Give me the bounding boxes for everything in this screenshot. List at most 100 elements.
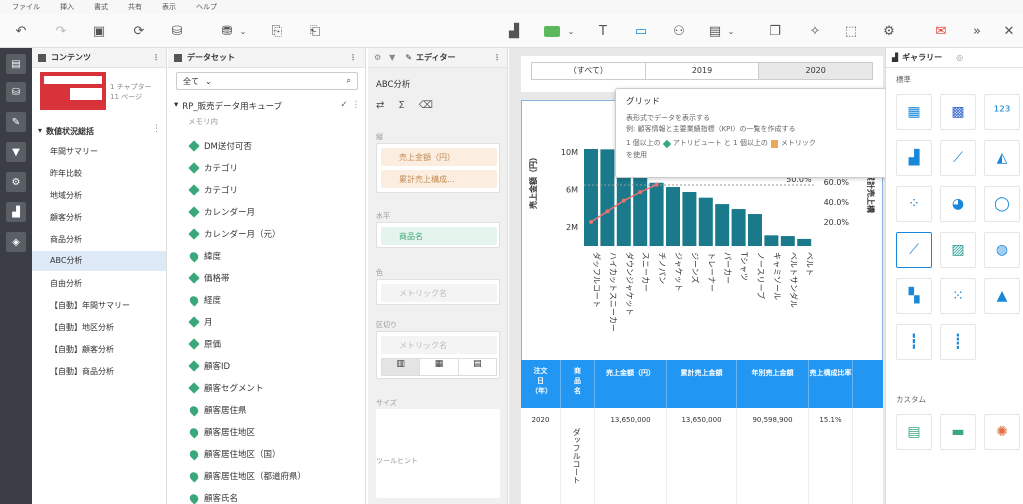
field-item[interactable]: 月 bbox=[188, 316, 213, 328]
search-icon[interactable]: ⌕ bbox=[347, 76, 351, 86]
comment-icon[interactable]: ✉ bbox=[932, 22, 950, 40]
check-icon[interactable]: ✓ bbox=[340, 100, 347, 112]
tooltip-dropzone[interactable] bbox=[376, 468, 500, 498]
field-item[interactable]: 価格帯 bbox=[188, 272, 230, 284]
insert-chart-icon[interactable]: ▟ bbox=[505, 22, 523, 40]
column-header[interactable]: 売上構成比率 bbox=[809, 360, 853, 408]
filter-icon[interactable]: ▼ bbox=[6, 142, 26, 162]
slice-dropzone[interactable]: メトリック名 ▥ ▦ ▤ bbox=[376, 331, 500, 379]
bar[interactable] bbox=[748, 214, 762, 246]
line-point[interactable] bbox=[589, 219, 593, 224]
field-item[interactable]: カテゴリ bbox=[188, 184, 238, 196]
image-icon[interactable]: ▭ bbox=[632, 22, 650, 40]
editor-icon[interactable]: ✎ bbox=[6, 112, 26, 132]
gallery-tab[interactable]: ギャラリー bbox=[902, 52, 942, 63]
dataset-icon[interactable]: ⛁ bbox=[6, 82, 26, 102]
column-header[interactable]: 注文日（年） bbox=[521, 360, 561, 408]
field-item[interactable]: DM送付可否 bbox=[188, 140, 252, 152]
swap-icon[interactable]: ⇄ bbox=[376, 100, 384, 111]
editor-tab[interactable]: エディター bbox=[416, 52, 455, 63]
column-header[interactable]: 累計売上金額 bbox=[667, 360, 737, 408]
field-item[interactable]: 原価 bbox=[188, 338, 221, 350]
vertical-dropzone[interactable]: 売上金額（円） 累計売上構成... bbox=[376, 143, 500, 193]
field-item[interactable]: カテゴリ bbox=[188, 162, 238, 174]
bar[interactable] bbox=[682, 191, 697, 246]
menu-share[interactable]: 共有 bbox=[128, 2, 142, 12]
menu-view[interactable]: 表示 bbox=[162, 2, 176, 12]
box-plot-icon[interactable]: ┇ bbox=[896, 324, 932, 360]
horizontal-dropzone[interactable]: 商品名 bbox=[376, 222, 500, 248]
contents-icon[interactable]: ▤ bbox=[6, 54, 26, 74]
expand-icon[interactable]: » bbox=[968, 22, 986, 40]
year-option-2019[interactable]: 2019 bbox=[644, 63, 759, 79]
network-icon[interactable]: ⁙ bbox=[940, 278, 976, 314]
menu-help[interactable]: ヘルプ bbox=[196, 2, 217, 12]
menu-insert[interactable]: 挿入 bbox=[60, 2, 74, 12]
page-item[interactable]: 【自動】年間サマリー bbox=[50, 300, 130, 311]
duplicate-page-icon[interactable]: ⎗ bbox=[306, 22, 324, 40]
chevron-down-icon[interactable]: ⌄ bbox=[722, 22, 740, 40]
field-item[interactable]: 顧客ID bbox=[188, 360, 230, 372]
more-icon[interactable]: ⋮ bbox=[152, 53, 160, 62]
bar[interactable] bbox=[584, 149, 598, 246]
close-icon[interactable]: ✕ bbox=[1000, 22, 1018, 40]
bar[interactable] bbox=[649, 182, 664, 246]
settings-icon[interactable]: ⚙ bbox=[880, 22, 898, 40]
page-item[interactable]: 地域分析 bbox=[50, 190, 82, 201]
bar[interactable] bbox=[633, 171, 648, 246]
line-point[interactable] bbox=[638, 190, 643, 195]
pie-chart-icon[interactable]: ◕ bbox=[940, 186, 976, 222]
custom-viz-1-icon[interactable]: ▤ bbox=[896, 414, 932, 450]
filter-icon[interactable] bbox=[544, 26, 560, 37]
chapter-item[interactable]: ▾ 数値状況総括 bbox=[38, 126, 94, 137]
bar[interactable] bbox=[600, 149, 615, 246]
text-icon[interactable]: T bbox=[594, 22, 612, 40]
format-icon[interactable]: ⚙ bbox=[6, 172, 26, 192]
bar[interactable] bbox=[797, 238, 812, 246]
geo-map-icon[interactable]: ◍ bbox=[984, 232, 1020, 268]
page-item[interactable]: 自由分析 bbox=[50, 278, 82, 289]
page-item[interactable]: 商品分析 bbox=[50, 234, 82, 245]
bar-chart-icon[interactable]: ▟ bbox=[896, 140, 932, 176]
gantt-icon[interactable]: ▬ bbox=[940, 414, 976, 450]
stacked-bar-icon[interactable]: ▥ bbox=[382, 359, 420, 375]
sigma-icon[interactable]: Σ bbox=[398, 100, 404, 111]
page-item[interactable]: ABC分析 bbox=[32, 251, 166, 271]
cube-item[interactable]: ▾ RP_販売データ用キューブ ✓ ⋮ bbox=[174, 100, 360, 112]
layers-icon[interactable]: ◎ bbox=[956, 53, 963, 62]
field-item[interactable]: カレンダー月（元） bbox=[188, 228, 281, 240]
dataset-filter-dropdown[interactable]: 全て ⌄ ⌕ bbox=[176, 72, 358, 90]
layers-icon[interactable]: ◈ bbox=[6, 232, 26, 252]
chart-icon[interactable]: ▟ bbox=[6, 202, 26, 222]
field-item[interactable]: 経度 bbox=[187, 293, 221, 307]
color-dropzone[interactable]: メトリック名 bbox=[376, 279, 500, 305]
column-header[interactable]: 年別売上金額 bbox=[737, 360, 809, 408]
bubble-chart-icon[interactable]: ⁘ bbox=[896, 186, 932, 222]
heatmap-grid-icon[interactable]: ▩ bbox=[940, 94, 976, 130]
vertical-pill-1[interactable]: 売上金額（円） bbox=[381, 148, 497, 166]
filter-icon[interactable]: ▼ bbox=[389, 53, 395, 62]
candlestick-icon[interactable]: ┋ bbox=[940, 324, 976, 360]
bulb-icon[interactable]: ✧ bbox=[806, 22, 824, 40]
undo-icon[interactable]: ↶ bbox=[12, 22, 30, 40]
line-point[interactable] bbox=[654, 182, 659, 187]
map-icon[interactable]: ▨ bbox=[940, 232, 976, 268]
page-item[interactable]: 【自動】商品分析 bbox=[50, 366, 114, 377]
clustered-bar-icon[interactable]: ▦ bbox=[419, 359, 457, 375]
vertical-pill-2[interactable]: 累計売上構成... bbox=[381, 170, 497, 188]
bar[interactable] bbox=[698, 197, 713, 246]
more-icon[interactable]: ⋮ bbox=[493, 53, 501, 62]
sunburst-icon[interactable]: ✺ bbox=[984, 414, 1020, 450]
field-item[interactable]: カレンダー月 bbox=[188, 206, 255, 218]
page-item[interactable]: 顧客分析 bbox=[50, 212, 82, 223]
refresh-icon[interactable]: ⟳ bbox=[130, 22, 148, 40]
gear-icon[interactable]: ⚙ bbox=[374, 53, 381, 62]
grid-bar-icon[interactable]: ▤ bbox=[457, 359, 496, 375]
field-item[interactable]: 緯度 bbox=[187, 249, 221, 263]
page-item[interactable]: 昨年比較 bbox=[50, 168, 82, 179]
combo-chart-icon[interactable]: ⟋ bbox=[896, 232, 932, 268]
field-item[interactable]: 顧客居住地区 bbox=[187, 425, 255, 439]
donut-chart-icon[interactable]: ◯ bbox=[984, 186, 1020, 222]
page-item[interactable]: 【自動】顧客分析 bbox=[50, 344, 114, 355]
save-icon[interactable]: ▣ bbox=[90, 22, 108, 40]
